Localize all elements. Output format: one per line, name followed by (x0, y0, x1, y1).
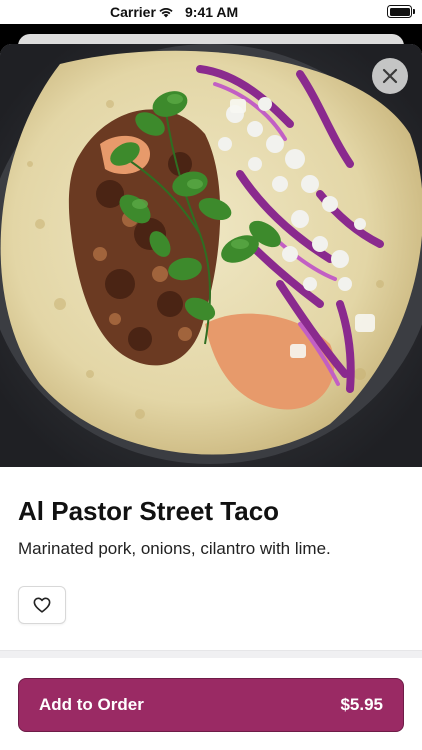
wifi-icon (159, 8, 173, 18)
taco-illustration (0, 44, 422, 467)
item-photo (0, 44, 422, 467)
heart-icon (33, 597, 51, 613)
section-divider (0, 650, 422, 658)
item-description: Marinated pork, onions, cilantro with li… (18, 539, 331, 558)
close-icon (382, 68, 398, 84)
item-price: $5.95 (340, 695, 383, 714)
clock-time: 9:41 AM (185, 4, 239, 20)
carrier-label: Carrier (110, 4, 156, 20)
add-to-order-button[interactable]: Add to Order $5.95 (18, 678, 404, 732)
close-button[interactable] (372, 58, 408, 94)
battery-icon (387, 5, 415, 18)
add-to-order-label: Add to Order (39, 695, 144, 714)
status-bar: Carrier 9:41 AM (0, 0, 422, 24)
item-detail-sheet: Al Pastor Street Taco Marinated pork, on… (0, 44, 422, 750)
item-title: Al Pastor Street Taco (18, 496, 280, 526)
favorite-button[interactable] (18, 586, 66, 624)
